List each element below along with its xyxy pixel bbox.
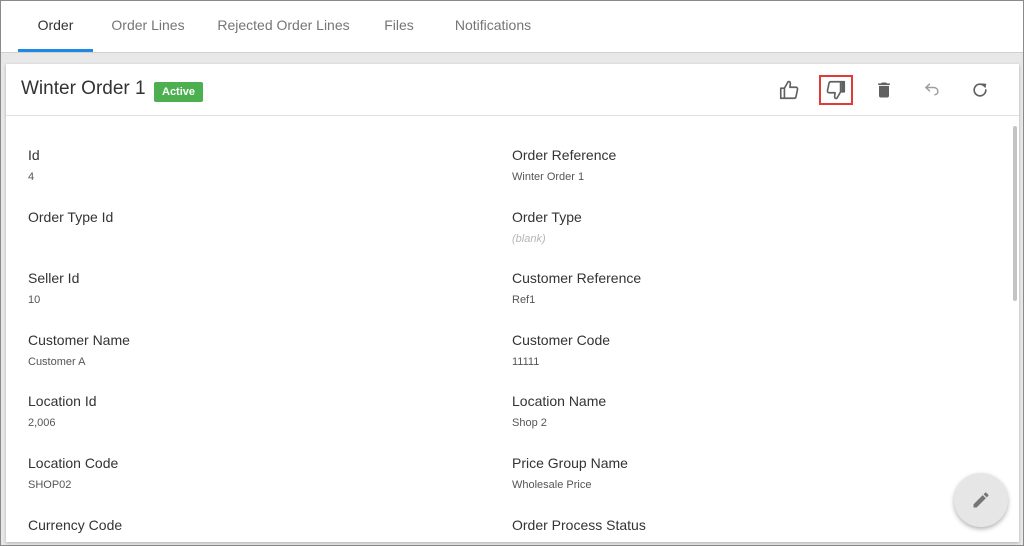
field-label: Location Name bbox=[512, 393, 607, 409]
active-tab-indicator bbox=[18, 49, 93, 52]
tab-order-lines[interactable]: Order Lines bbox=[103, 1, 193, 53]
field-value: SHOP02 bbox=[28, 479, 72, 491]
field-customer-name: Customer Name Customer A bbox=[28, 331, 478, 369]
field-price-group-name: Price Group Name Wholesale Price bbox=[512, 454, 962, 492]
field-label: Order Type Id bbox=[28, 209, 114, 225]
field-value: Shop 2 bbox=[512, 417, 547, 429]
tab-order[interactable]: Order bbox=[18, 1, 93, 53]
field-label: Price Group Name bbox=[512, 455, 628, 471]
field-order-type-id: Order Type Id bbox=[28, 208, 478, 232]
field-value: 11111 bbox=[512, 356, 540, 368]
field-value: Wholesale Price bbox=[512, 479, 592, 491]
tab-bar: Order Order Lines Rejected Order Lines F… bbox=[1, 1, 1023, 53]
field-label: Location Id bbox=[28, 393, 97, 409]
field-label: Customer Code bbox=[512, 332, 611, 348]
vertical-scrollbar[interactable] bbox=[1013, 126, 1017, 301]
edit-pencil-icon bbox=[973, 492, 989, 508]
thumbs-up-icon bbox=[779, 80, 799, 100]
field-label: Order Process Status bbox=[512, 517, 646, 533]
field-label: Currency Code bbox=[28, 517, 123, 533]
field-seller-id: Seller Id 10 bbox=[28, 269, 478, 307]
field-order-process-status: Order Process Status bbox=[512, 516, 962, 540]
field-value: Ref1 bbox=[512, 294, 536, 306]
field-location-name: Location Name Shop 2 bbox=[512, 392, 962, 430]
delete-button[interactable] bbox=[867, 75, 901, 105]
field-label: Seller Id bbox=[28, 270, 80, 286]
field-value: Customer A bbox=[28, 356, 86, 368]
trash-icon bbox=[878, 82, 890, 98]
order-card: Winter Order 1 Active Id 4 Order Referen… bbox=[6, 64, 1019, 542]
field-label: Order Type bbox=[512, 209, 582, 225]
field-label: Customer Name bbox=[28, 332, 130, 348]
field-label: Location Code bbox=[28, 455, 119, 471]
field-customer-code: Customer Code 11111 bbox=[512, 331, 962, 369]
field-label: Id bbox=[28, 147, 40, 163]
undo-button[interactable] bbox=[915, 75, 949, 105]
undo-icon bbox=[925, 83, 939, 96]
approve-button[interactable] bbox=[772, 75, 806, 105]
tab-notifications[interactable]: Notifications bbox=[445, 1, 541, 53]
tab-rejected-order-lines[interactable]: Rejected Order Lines bbox=[211, 1, 356, 53]
field-value: 4 bbox=[28, 171, 35, 183]
field-value: Winter Order 1 bbox=[512, 171, 585, 183]
card-header: Winter Order 1 Active bbox=[6, 64, 1019, 116]
field-location-id: Location Id 2,006 bbox=[28, 392, 478, 430]
refresh-icon bbox=[973, 83, 987, 97]
field-value: 10 bbox=[28, 294, 41, 306]
refresh-button[interactable] bbox=[963, 75, 997, 105]
field-id: Id 4 bbox=[28, 146, 478, 184]
edit-button[interactable] bbox=[954, 473, 1008, 527]
field-customer-reference: Customer Reference Ref1 bbox=[512, 269, 962, 307]
field-value: 2,006 bbox=[28, 417, 56, 429]
field-order-reference: Order Reference Winter Order 1 bbox=[512, 146, 962, 184]
field-currency-code: Currency Code bbox=[28, 516, 478, 540]
field-location-code: Location Code SHOP02 bbox=[28, 454, 478, 492]
page-title: Winter Order 1 bbox=[21, 78, 146, 99]
field-label: Order Reference bbox=[512, 147, 617, 163]
order-details: Id 4 Order Reference Winter Order 1 Orde… bbox=[6, 116, 1019, 542]
field-value: (blank) bbox=[512, 233, 546, 245]
status-badge: Active bbox=[154, 82, 204, 102]
thumbs-down-icon bbox=[826, 80, 846, 100]
reject-button[interactable] bbox=[819, 75, 853, 105]
field-order-type: Order Type (blank) bbox=[512, 208, 962, 246]
field-label: Customer Reference bbox=[512, 270, 642, 286]
tab-files[interactable]: Files bbox=[374, 1, 424, 53]
